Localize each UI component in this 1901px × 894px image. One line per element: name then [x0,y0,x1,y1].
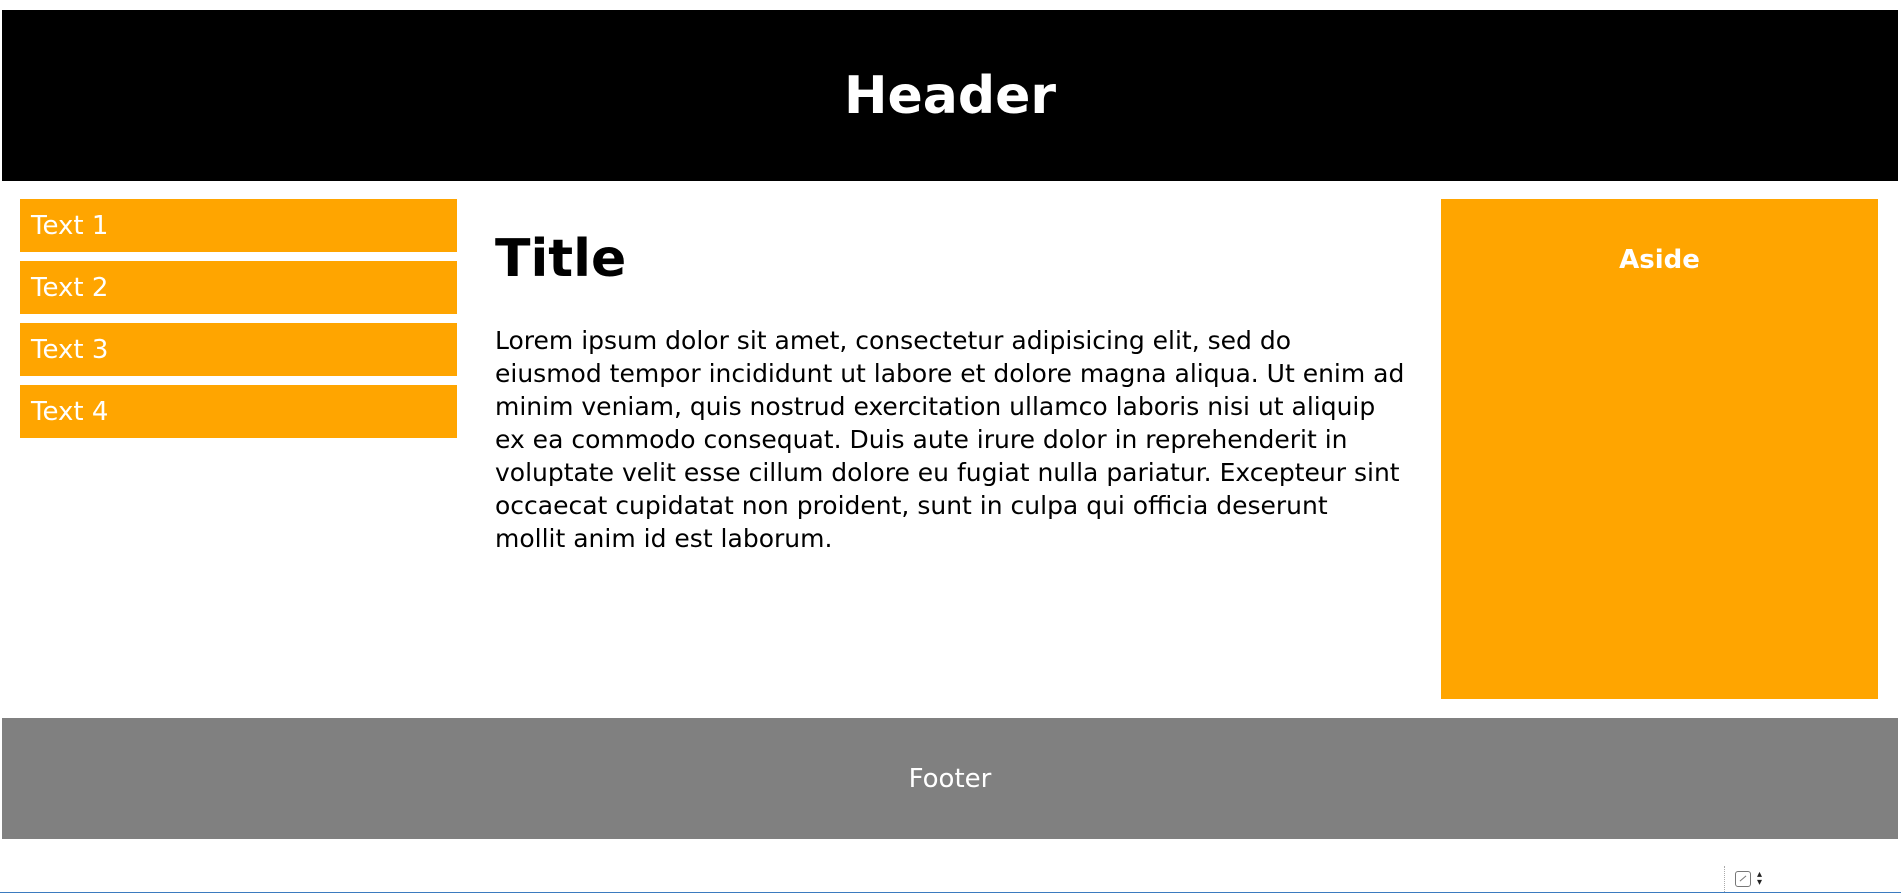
main-body-text: Lorem ipsum dolor sit amet, consectetur … [495,326,1405,554]
main-content: Title Lorem ipsum dolor sit amet, consec… [495,228,1405,555]
nav-item-text-4[interactable]: Text 4 [20,385,457,438]
header-title: Header [843,65,1056,126]
corner-widget[interactable]: ▴ ▾ [1724,866,1784,892]
nav-item-text-1[interactable]: Text 1 [20,199,457,252]
footer-text: Footer [908,763,992,794]
nav-item-text-3[interactable]: Text 3 [20,323,457,376]
page: Header Text 1 Text 2 Text 3 Text 4 Title… [0,0,1901,894]
nav-item-text-2[interactable]: Text 2 [20,261,457,314]
page-footer: Footer [2,718,1898,839]
bottom-divider [0,892,1901,893]
checkbox-icon[interactable] [1735,871,1751,887]
aside-title: Aside [1619,245,1700,275]
aside-panel: Aside [1441,199,1878,699]
chevron-updown-icon[interactable]: ▴ ▾ [1757,870,1762,888]
main-title: Title [495,229,627,289]
page-header: Header [2,10,1898,181]
sidebar-nav: Text 1 Text 2 Text 3 Text 4 [20,199,457,447]
